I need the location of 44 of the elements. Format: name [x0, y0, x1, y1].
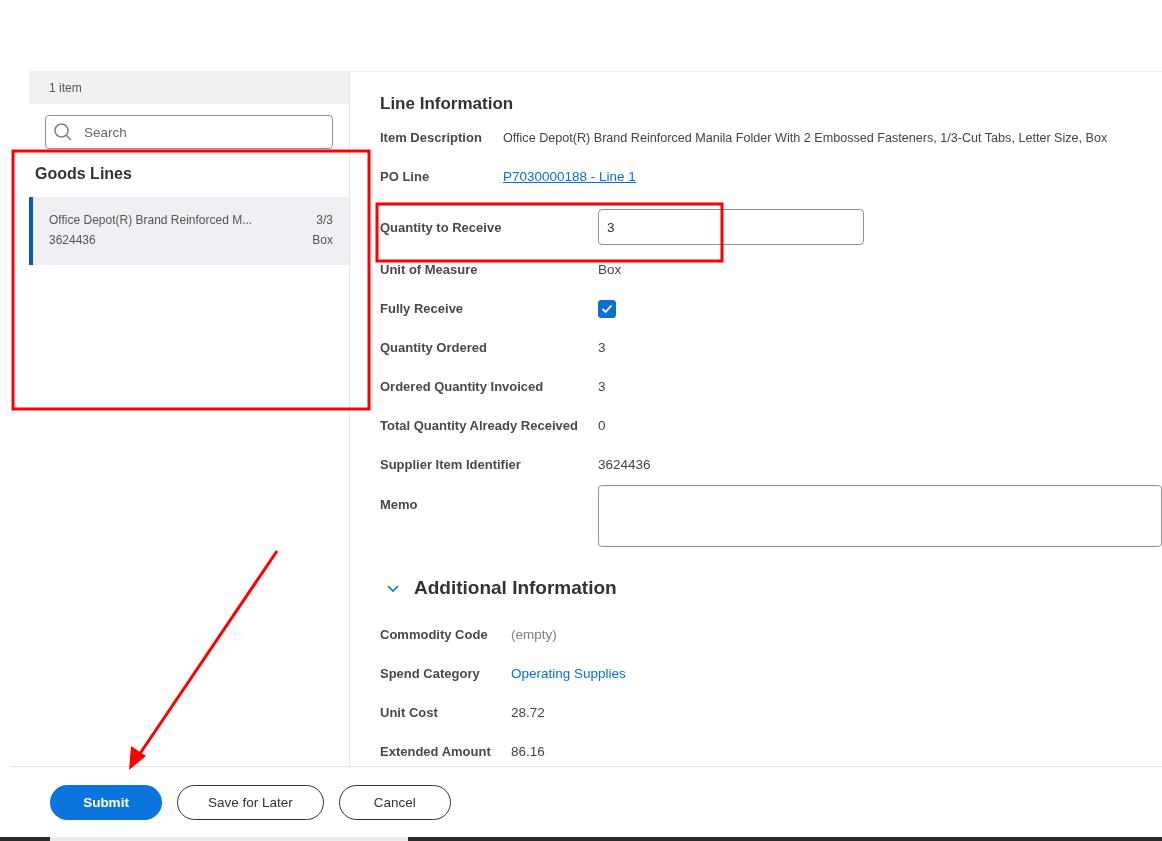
line-description: Office Depot(R) Brand Reinforced M... — [49, 213, 253, 227]
checkbox[interactable] — [598, 299, 616, 318]
field-value: 3 — [598, 340, 606, 355]
section-title: Additional Information — [414, 577, 617, 599]
search-field[interactable]: Search — [45, 115, 333, 149]
spend-category-link[interactable]: Operating Supplies — [511, 666, 626, 681]
field-label: Extended Amount — [380, 744, 492, 759]
field-label: Fully Receive — [380, 301, 465, 316]
field-value: (empty) — [511, 627, 557, 642]
action-button[interactable]: Submit — [50, 784, 162, 820]
search-icon — [53, 122, 73, 142]
line-quantity: 3/3 — [316, 213, 333, 227]
check-icon — [601, 303, 613, 314]
action-button[interactable]: Cancel — [338, 784, 451, 820]
field-label: PO Line — [380, 169, 431, 184]
field-label: Item Description — [380, 130, 483, 145]
line-unit: Box — [312, 233, 333, 247]
field-value: 0 — [598, 418, 606, 433]
action-button[interactable]: Save for Later — [177, 784, 324, 820]
field-label: Quantity Ordered — [380, 340, 488, 355]
field-label: Unit of Measure — [380, 262, 479, 277]
section-title: Goods Lines — [34, 164, 133, 184]
line-identifier: 3624436 — [49, 233, 96, 247]
goods-line-item[interactable]: Office Depot(R) Brand Reinforced M... 3/3 3624436 Box — [29, 197, 349, 265]
field-label: Unit Cost — [380, 705, 439, 720]
field-label: Supplier Item Identifier — [380, 457, 522, 472]
field-label: Commodity Code — [380, 627, 489, 642]
field-label: Quantity to Receive — [380, 219, 503, 235]
field-value: 3624436 — [598, 457, 651, 472]
field-label: Total Quantity Already Received — [380, 418, 579, 433]
item-count: 1 item — [49, 81, 82, 95]
field-value: 86.16 — [511, 744, 545, 759]
section-title: Line Information — [380, 94, 515, 115]
memo-field[interactable] — [598, 485, 1162, 547]
field-value: Box — [598, 262, 622, 277]
field-label: Ordered Quantity Invoiced — [380, 379, 545, 394]
field-value: 28.72 — [511, 705, 545, 720]
field-label: Memo — [380, 496, 419, 512]
po-line-link[interactable]: P7030000188 - Line 1 — [503, 169, 636, 184]
field-value: 3 — [598, 379, 606, 394]
field-value: Office Depot(R) Brand Reinforced Manila Folder With 2 Embossed Fasteners, 1/3-Cut Tabs, Letter Size, Box — [503, 130, 1108, 145]
field-label: Spend Category — [380, 666, 481, 681]
quantity-input[interactable]: 3 — [598, 209, 864, 245]
chevron-icon[interactable] — [386, 583, 400, 593]
